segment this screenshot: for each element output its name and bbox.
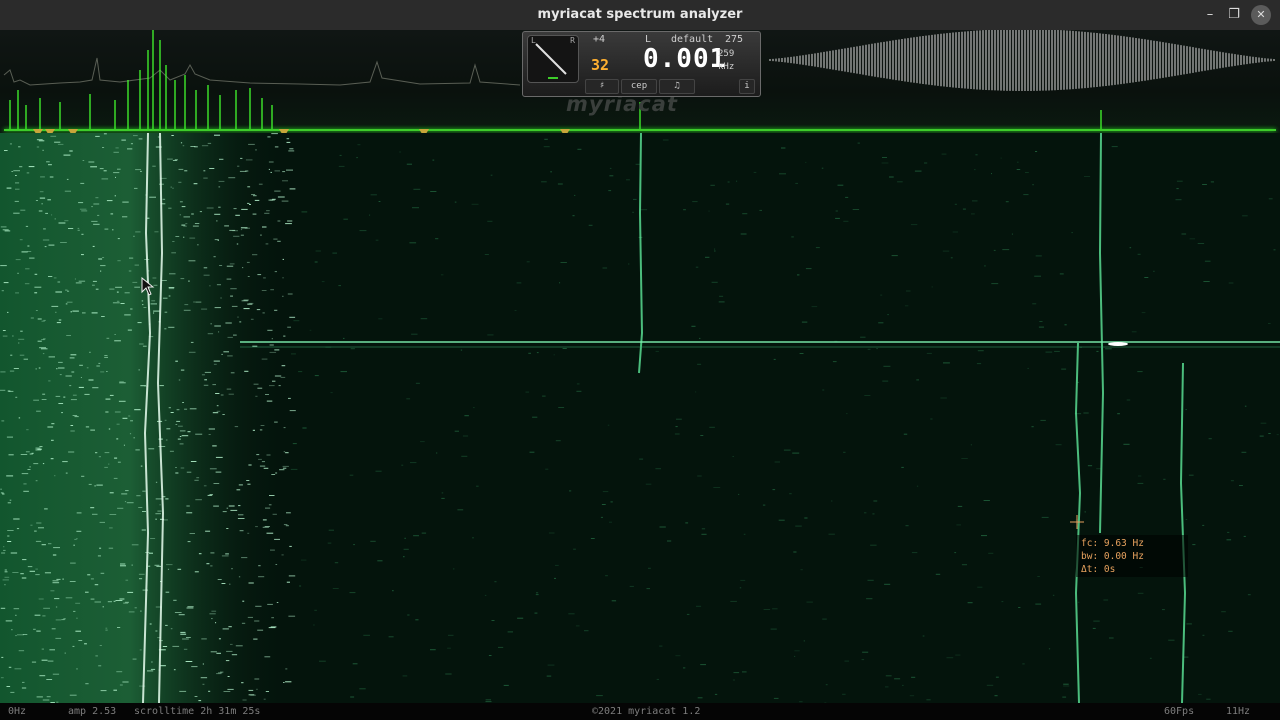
frequency-sub-readout: 259	[718, 49, 735, 59]
scrolltime-readout[interactable]: scrolltime 2h 31m 25s	[134, 706, 260, 717]
frequency-readout: 0.001	[643, 44, 727, 74]
fc-readout: fc: 9.63 Hz	[1081, 538, 1144, 549]
title-bar: myriacat spectrum analyzer – ❐ ✕	[0, 0, 1280, 31]
crosshair-icon	[1070, 515, 1084, 529]
note-button[interactable]: ♫	[659, 79, 695, 94]
amp-readout[interactable]: amp 2.53	[68, 706, 116, 717]
fft-size-readout[interactable]: 32	[591, 56, 609, 74]
freq-start-label: 0Hz	[8, 706, 27, 717]
scale-readout[interactable]: +4	[593, 34, 605, 45]
control-panel: L R +4 L default 275 32 0.001 259 kHz ♯ …	[522, 31, 761, 97]
status-bar: 0Hz amp 2.53 scrolltime 2h 31m 25s ©2021…	[0, 703, 1280, 720]
sharp-button[interactable]: ♯	[585, 79, 619, 94]
waterfall-display[interactable]	[0, 133, 1280, 703]
bw-readout: bw: 0.00 Hz	[1081, 551, 1144, 562]
gauge-needle-icon	[535, 43, 567, 79]
info-button[interactable]: i	[739, 79, 755, 94]
close-button[interactable]: ✕	[1251, 5, 1271, 25]
dt-readout: Δt: 0s	[1081, 564, 1116, 575]
waterfall-graph	[0, 133, 1280, 703]
copyright-text: ©2021 myriacat 1.2	[592, 706, 701, 717]
mouse-cursor-icon	[141, 277, 155, 296]
frequency-unit: kHz	[718, 62, 735, 72]
stereo-gauge[interactable]: L R	[527, 35, 579, 83]
spectrum-baseline	[4, 129, 1276, 131]
fps-readout: 60Fps	[1164, 706, 1195, 717]
minimize-button[interactable]: –	[1200, 5, 1220, 25]
measurement-tooltip: fc: 9.63 Hz bw: 0.00 Hz Δt: 0s	[1076, 535, 1188, 577]
preset-number: 275	[725, 34, 744, 45]
analyzer-view[interactable]: myriacat L R +4 L default 275 32 0.001 2…	[0, 30, 1280, 703]
cep-button[interactable]: cep	[621, 79, 657, 94]
maximize-button[interactable]: ❐	[1224, 5, 1244, 25]
window-title: myriacat spectrum analyzer	[537, 7, 743, 22]
freq-end-label: 11Hz	[1226, 706, 1251, 717]
